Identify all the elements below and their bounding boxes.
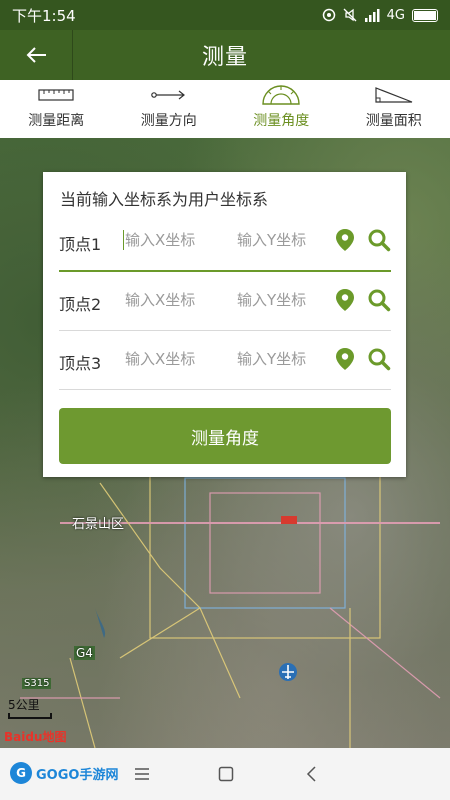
nav-back-button[interactable]	[298, 760, 326, 788]
page-title: 测量	[201, 45, 248, 70]
back-arrow-icon	[26, 47, 46, 63]
vertex-label: 顶点1	[59, 235, 102, 254]
tab-measure-direction[interactable]: 测量方向	[113, 80, 226, 138]
vertex-label: 顶点3	[59, 354, 102, 373]
battery-icon	[412, 8, 438, 22]
vertex-label: 顶点2	[59, 295, 102, 314]
search-icon	[368, 229, 391, 252]
vertex-3-x-input[interactable]	[123, 346, 235, 372]
map-road-label-s315: S315	[22, 678, 52, 689]
menu-icon	[135, 768, 149, 780]
vertex-2-search-button[interactable]	[365, 286, 393, 314]
location-icon	[322, 8, 335, 22]
angle-measure-panel: 当前输入坐标系为用户坐标系 顶点1 顶点2 顶点3 测	[43, 172, 406, 477]
vertex-row-3: 顶点3	[59, 331, 391, 390]
airport-icon	[279, 663, 297, 681]
search-icon	[368, 348, 391, 371]
tab-measure-area[interactable]: 测量面积	[338, 80, 450, 138]
menu-button[interactable]	[128, 760, 156, 788]
vertex-1-x-input[interactable]	[123, 227, 235, 253]
vertex-2-x-input[interactable]	[123, 287, 235, 313]
mute-icon	[343, 8, 357, 22]
search-icon	[368, 289, 391, 312]
map-scale: 5公里	[8, 696, 52, 719]
tab-label: 测量角度	[253, 113, 310, 129]
status-icons: 4G	[322, 8, 438, 23]
ruler-icon	[38, 84, 74, 106]
tab-label: 测量面积	[365, 113, 422, 129]
scale-label: 5公里	[8, 698, 40, 712]
back-button[interactable]	[0, 30, 73, 80]
tab-measure-angle[interactable]: 测量角度	[225, 80, 338, 138]
vertex-3-search-button[interactable]	[365, 345, 393, 373]
map-pin-icon	[336, 289, 354, 311]
home-icon	[218, 766, 234, 782]
status-time: 下午1:54	[12, 6, 76, 25]
area-triangle-icon	[374, 84, 414, 106]
direction-arrow-icon	[150, 84, 187, 106]
map-pin-icon	[336, 348, 354, 370]
vertex-2-pick-button[interactable]	[331, 286, 359, 314]
signal-icon	[364, 8, 380, 22]
status-bar: 下午1:54 4G	[0, 0, 450, 30]
tab-measure-distance[interactable]: 测量距离	[0, 80, 113, 138]
tab-label: 测量距离	[28, 113, 85, 129]
map-district-label: 石景山区	[72, 517, 125, 532]
coordinate-system-hint: 当前输入坐标系为用户坐标系	[60, 190, 269, 209]
watermark-logo-icon: G	[10, 762, 32, 784]
measure-tabs: 测量距离 测量方向 测量角度 测量面积	[0, 80, 450, 138]
vertex-1-pick-button[interactable]	[331, 226, 359, 254]
system-nav-bar: G GOGO手游网	[0, 748, 450, 800]
map-pin-icon	[336, 229, 354, 251]
watermark-text: GOGO手游网	[36, 767, 119, 783]
app-bar: 测量	[0, 30, 450, 80]
home-button[interactable]	[212, 760, 240, 788]
network-type: 4G	[386, 7, 405, 23]
scale-bar	[8, 713, 52, 719]
vertex-3-pick-button[interactable]	[331, 345, 359, 373]
vertex-row-2: 顶点2	[59, 272, 391, 331]
map-road-label-g4: G4	[74, 646, 95, 660]
protractor-icon	[261, 84, 301, 106]
tab-label: 测量方向	[140, 113, 197, 129]
watermark: G GOGO手游网	[10, 762, 118, 784]
vertex-row-1: 顶点1	[59, 212, 391, 272]
chevron-left-icon	[306, 766, 316, 782]
vertex-1-search-button[interactable]	[365, 226, 393, 254]
measure-angle-button[interactable]: 测量角度	[59, 408, 391, 464]
map-provider-logo: Baidu地图	[4, 730, 67, 744]
